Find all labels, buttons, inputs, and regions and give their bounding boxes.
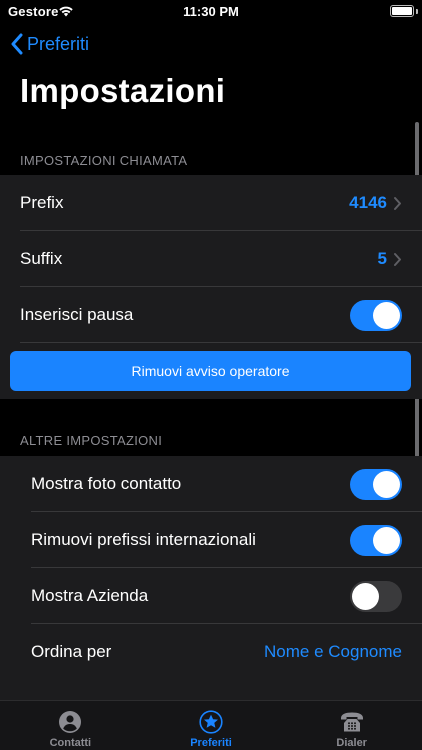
back-button[interactable]: Preferiti <box>10 30 89 58</box>
section-header-call-settings: IMPOSTAZIONI CHIAMATA <box>20 153 188 168</box>
sort-by-label: Ordina per <box>31 642 112 661</box>
page-title: Impostazioni <box>20 72 226 109</box>
person-circle-icon <box>59 711 82 733</box>
prefix-label: Prefix <box>20 193 64 212</box>
star-circle-icon <box>199 710 223 734</box>
status-time: 11:30 PM <box>183 4 239 19</box>
back-label: Preferiti <box>27 33 90 54</box>
contact-photo-label: Mostra foto contatto <box>31 474 182 493</box>
pause-label: Inserisci pausa <box>20 305 134 324</box>
intl-prefix-label: Rimuovi prefissi internazionali <box>31 530 256 549</box>
battery-fill <box>392 7 412 15</box>
chevron-right-icon <box>394 252 401 266</box>
toggle-knob <box>373 301 400 329</box>
battery-icon <box>390 5 414 17</box>
suffix-value: 5 <box>377 249 387 268</box>
other-settings-group: Mostra foto contatto Rimuovi prefissi in… <box>0 456 422 700</box>
tab-bar: Contatti Preferiti Dialer <box>0 700 422 750</box>
row-divider <box>20 342 422 343</box>
contact-photo-toggle[interactable] <box>350 468 402 500</box>
prefix-value: 4146 <box>349 193 387 212</box>
contact-photo-row: Mostra foto contatto <box>0 456 422 512</box>
intl-prefix-toggle[interactable] <box>350 524 402 556</box>
pause-row: Inserisci pausa <box>0 287 422 343</box>
prefix-row[interactable]: Prefix 4146 <box>0 175 422 231</box>
toggle-knob <box>352 582 379 610</box>
show-company-label: Mostra Azienda <box>31 586 149 605</box>
remove-operator-notice-button[interactable]: Rimuovi avviso operatore <box>10 351 411 391</box>
chevron-left-icon <box>11 33 23 55</box>
toggle-knob <box>373 470 400 498</box>
show-company-toggle[interactable] <box>350 580 402 612</box>
status-bar: Gestore 11:30 PM <box>0 0 422 24</box>
tab-preferiti[interactable]: Preferiti <box>141 701 282 750</box>
suffix-label: Suffix <box>20 249 63 268</box>
telephone-icon <box>340 712 363 732</box>
suffix-row[interactable]: Suffix 5 <box>0 231 422 287</box>
tab-label: Preferiti <box>190 737 232 749</box>
chevron-right-icon <box>394 196 401 210</box>
tab-label: Dialer <box>336 737 367 749</box>
tab-dialer[interactable]: Dialer <box>281 701 422 750</box>
pause-toggle[interactable] <box>350 299 402 331</box>
intl-prefix-row: Rimuovi prefissi internazionali <box>0 512 422 568</box>
battery-tip <box>416 9 418 14</box>
show-company-row: Mostra Azienda <box>0 568 422 624</box>
toggle-knob <box>373 526 400 554</box>
section-header-other-settings: ALTRE IMPOSTAZIONI <box>20 433 163 448</box>
tab-contatti[interactable]: Contatti <box>0 701 141 750</box>
sort-by-row[interactable]: Ordina per Nome e Cognome <box>0 624 422 680</box>
sort-by-value[interactable]: Nome e Cognome <box>264 642 402 662</box>
tab-label: Contatti <box>49 737 92 749</box>
